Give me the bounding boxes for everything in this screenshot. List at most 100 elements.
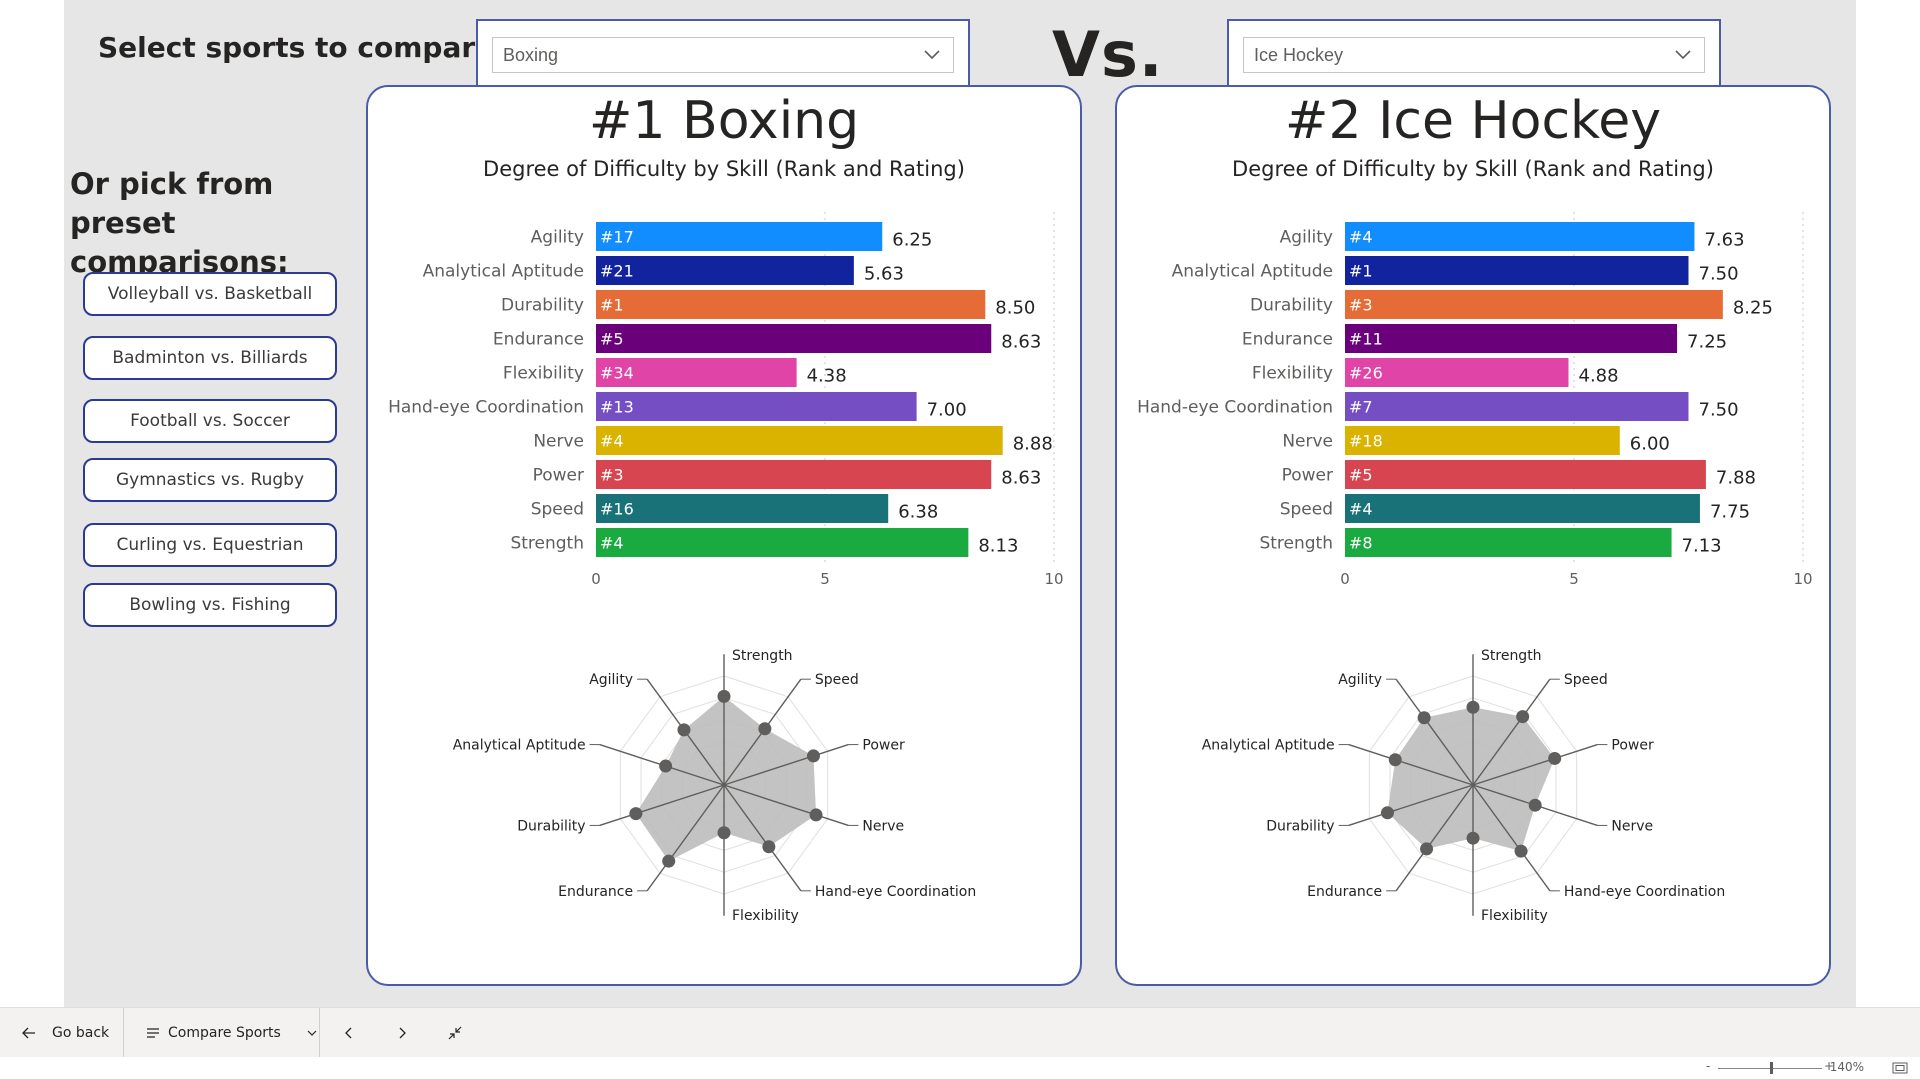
value-label: 8.13	[978, 536, 1018, 557]
chevron-left-icon	[345, 1027, 352, 1039]
page-navigation-bar: Go back Compare Sports	[0, 1007, 1920, 1058]
value-label: 4.88	[1579, 366, 1619, 387]
zoom-out-button[interactable]: -	[1706, 1059, 1710, 1073]
x-tick-label: 5	[1569, 570, 1579, 588]
category-label: Durability	[1250, 296, 1333, 316]
category-label: Speed	[1280, 500, 1333, 520]
category-label: Power	[1282, 466, 1333, 486]
go-back-button[interactable]: Go back	[22, 1008, 109, 1058]
radar-axis-label: Agility	[1338, 672, 1382, 688]
value-label: 7.25	[1687, 332, 1727, 353]
radar-axis-label: Analytical Aptitude	[1202, 738, 1335, 754]
bar	[596, 426, 1003, 455]
radar-axis-label: Endurance	[1307, 884, 1382, 900]
radar-axis-label: Flexibility	[732, 908, 799, 924]
page-selector-label: Compare Sports	[168, 1025, 281, 1041]
rank-label: #5	[1349, 466, 1373, 485]
radar-axis-label: Strength	[732, 648, 793, 664]
radar-point	[1548, 751, 1562, 765]
category-label: Flexibility	[503, 364, 584, 384]
x-tick-label: 5	[820, 570, 830, 588]
dropdown-box[interactable]: Boxing	[492, 37, 954, 73]
card-title: #2 Ice Hockey	[1284, 91, 1662, 151]
value-label: 8.50	[995, 298, 1035, 319]
value-label: 7.00	[927, 400, 967, 421]
preset-badminton-billiards[interactable]: Badminton vs. Billiards	[83, 336, 337, 380]
rank-label: #17	[600, 228, 634, 247]
bar	[1345, 426, 1620, 455]
bar	[596, 324, 992, 353]
radar-axis-label: Durability	[517, 818, 585, 834]
chevron-down-icon[interactable]	[923, 45, 941, 63]
radar-point	[1466, 700, 1480, 714]
category-label: Hand-eye Coordination	[1137, 398, 1333, 418]
sport-card-left: #1 Boxing Degree of Difficulty by Skill …	[366, 85, 1082, 986]
rank-label: #34	[600, 364, 634, 383]
rank-label: #11	[1349, 330, 1383, 349]
rank-label: #7	[1349, 398, 1373, 417]
value-label: 7.88	[1716, 468, 1756, 489]
bar	[596, 222, 883, 251]
rank-label: #5	[600, 330, 624, 349]
bar	[596, 460, 992, 489]
bar	[596, 290, 986, 319]
zoom-slider-thumb[interactable]	[1770, 1062, 1773, 1074]
radar-axis-label: Endurance	[558, 884, 633, 900]
preset-curling-equestrian[interactable]: Curling vs. Equestrian	[83, 523, 337, 567]
sport-card-right: #2 Ice Hockey Degree of Difficulty by Sk…	[1115, 85, 1831, 986]
skill-radar-chart: Strength Speed Power Nerve Hand-eye Coordina…	[1202, 648, 1726, 924]
rank-label: #1	[1349, 262, 1373, 281]
rank-label: #4	[1349, 228, 1373, 247]
chevron-right-icon	[399, 1027, 406, 1039]
rank-label: #21	[600, 262, 634, 281]
fit-screen-icon[interactable]	[1892, 1062, 1908, 1074]
category-label: Endurance	[1242, 330, 1333, 350]
rank-label: #4	[600, 432, 624, 451]
bar	[1345, 460, 1706, 489]
value-label: 6.00	[1630, 434, 1670, 455]
preset-gymnastics-rugby[interactable]: Gymnastics vs. Rugby	[83, 458, 337, 502]
value-label: 6.25	[892, 230, 932, 251]
value-label: 7.75	[1710, 502, 1750, 523]
radar-point	[1514, 844, 1528, 858]
radar-point	[1380, 806, 1394, 820]
sport-dropdown-left[interactable]: Boxing	[476, 19, 970, 85]
preset-football-soccer[interactable]: Football vs. Soccer	[83, 399, 337, 443]
value-label: 7.13	[1682, 536, 1722, 557]
rank-label: #4	[600, 534, 624, 553]
page-selector-button[interactable]: Compare Sports	[146, 1008, 317, 1058]
value-label: 8.88	[1013, 434, 1053, 455]
radar-point	[809, 808, 823, 822]
select-sports-heading: Select sports to compare:	[98, 31, 506, 64]
category-label: Agility	[531, 228, 584, 248]
category-label: Flexibility	[1252, 364, 1333, 384]
preset-volleyball-basketball[interactable]: Volleyball vs. Basketball	[83, 272, 337, 316]
radar-point	[662, 854, 676, 868]
menu-lines-icon	[147, 1028, 159, 1038]
sport-dropdown-right[interactable]: Ice Hockey	[1227, 19, 1721, 85]
radar-axis-label: Power	[1611, 738, 1654, 754]
vs-label: Vs.	[1052, 18, 1164, 91]
radar-point	[1516, 710, 1530, 724]
radar-axis-label: Analytical Aptitude	[453, 738, 586, 754]
radar-point	[1528, 798, 1542, 812]
skill-radar-chart: Strength Speed Power Nerve Hand-eye Coordina…	[453, 648, 977, 924]
dropdown-value: Boxing	[503, 45, 559, 65]
radar-point	[1417, 711, 1431, 725]
value-label: 7.50	[1699, 264, 1739, 285]
chart-subtitle: Degree of Difficulty by Skill (Rank and …	[483, 157, 965, 181]
chevron-down-icon[interactable]	[1674, 45, 1692, 63]
previous-page-button[interactable]	[343, 1008, 355, 1058]
next-page-button[interactable]	[396, 1008, 408, 1058]
radar-axis-label: Speed	[1564, 672, 1608, 688]
dropdown-value: Ice Hockey	[1254, 45, 1344, 65]
collapse-button[interactable]	[448, 1008, 462, 1058]
bar	[596, 494, 889, 523]
radar-point	[717, 689, 731, 703]
bar	[1345, 392, 1689, 421]
category-label: Nerve	[533, 432, 584, 452]
preset-bowling-fishing[interactable]: Bowling vs. Fishing	[83, 583, 337, 627]
dropdown-box[interactable]: Ice Hockey	[1243, 37, 1705, 73]
category-label: Strength	[1259, 534, 1333, 554]
preset-comparisons-heading: Or pick from preset comparisons:	[70, 167, 289, 279]
